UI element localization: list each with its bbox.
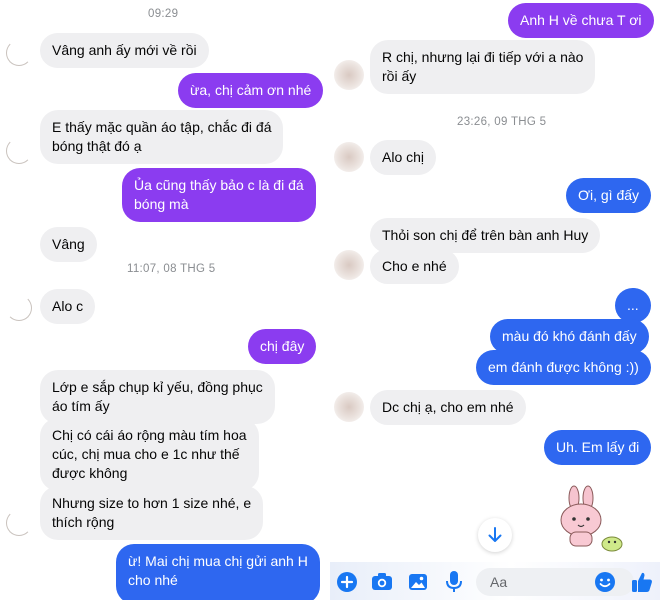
contact-avatar[interactable] <box>334 250 364 280</box>
message-input-placeholder: Aa <box>490 574 508 590</box>
scroll-down-button[interactable] <box>478 518 512 552</box>
timestamp: 11:07, 08 THG 5 <box>127 263 216 275</box>
timestamp: 09:29 <box>148 8 179 20</box>
contact-avatar[interactable] <box>6 40 32 66</box>
contact-avatar[interactable] <box>334 142 364 172</box>
outgoing-message[interactable]: Uh. Em lấy đi <box>544 430 652 465</box>
composer-bar: Aa <box>330 562 660 600</box>
contact-avatar[interactable] <box>6 510 32 536</box>
incoming-message[interactable]: Alo c <box>40 289 96 324</box>
chat-panel-right: Anh H về chưa T ơi R chị, nhưng lại đi t… <box>330 0 660 600</box>
incoming-message[interactable]: E thấy mặc quần áo tập, chắc đi đá bóng … <box>40 110 284 164</box>
scroll-down-icon <box>488 527 502 542</box>
outgoing-message[interactable]: ừ! Mai chị mua chị gửi anh H cho nhé <box>116 544 320 600</box>
incoming-message[interactable]: Nhưng size to hơn 1 size nhé, e thích rộ… <box>40 486 264 540</box>
microphone-icon[interactable] <box>443 570 465 594</box>
incoming-message[interactable]: Alo chị <box>370 140 437 175</box>
incoming-message[interactable]: Lớp e sắp chụp kỉ yếu, đồng phục áo tím … <box>40 370 275 424</box>
outgoing-message[interactable]: em đánh được không :)) <box>476 350 651 385</box>
camera-icon[interactable] <box>371 571 393 593</box>
contact-avatar[interactable] <box>334 392 364 422</box>
incoming-message[interactable]: Chị có cái áo rộng màu tím hoa cúc, chị … <box>40 418 259 491</box>
contact-avatar[interactable] <box>6 138 32 164</box>
outgoing-message[interactable]: Ủa cũng thấy bảo c là đi đá bóng mà <box>122 168 316 222</box>
outgoing-message[interactable]: Ơi, gì đấy <box>566 178 652 213</box>
image-icon[interactable] <box>407 571 429 593</box>
timestamp: 23:26, 09 THG 5 <box>457 116 547 128</box>
incoming-message[interactable]: R chị, nhưng lại đi tiếp với a nào rồi ấ… <box>370 40 596 94</box>
contact-avatar[interactable] <box>6 295 32 321</box>
outgoing-message[interactable]: màu đó khó đánh đấy <box>490 319 649 354</box>
plus-icon[interactable] <box>336 571 358 593</box>
incoming-message[interactable]: Dc chị ạ, cho em nhé <box>370 390 526 425</box>
outgoing-message[interactable]: Anh H về chưa T ơi <box>508 3 654 38</box>
outgoing-message[interactable]: ... <box>615 288 651 323</box>
contact-avatar[interactable] <box>334 60 364 90</box>
outgoing-message[interactable]: chị đây <box>248 329 317 364</box>
incoming-message[interactable]: Cho e nhé <box>370 249 459 284</box>
incoming-message[interactable]: Vâng <box>40 227 97 262</box>
outgoing-message[interactable]: ừa, chị cảm ơn nhé <box>178 73 324 108</box>
chat-panel-left: 09:29 Vâng anh ấy mới về rồi ừa, chị cảm… <box>0 0 330 600</box>
incoming-message[interactable]: Thỏi son chị để trên bàn anh Huy <box>370 218 601 253</box>
emoji-icon[interactable] <box>594 571 616 593</box>
bunny-sticker[interactable] <box>552 484 628 556</box>
thumbs-up-icon[interactable] <box>630 570 654 594</box>
incoming-message[interactable]: Vâng anh ấy mới về rồi <box>40 33 209 68</box>
